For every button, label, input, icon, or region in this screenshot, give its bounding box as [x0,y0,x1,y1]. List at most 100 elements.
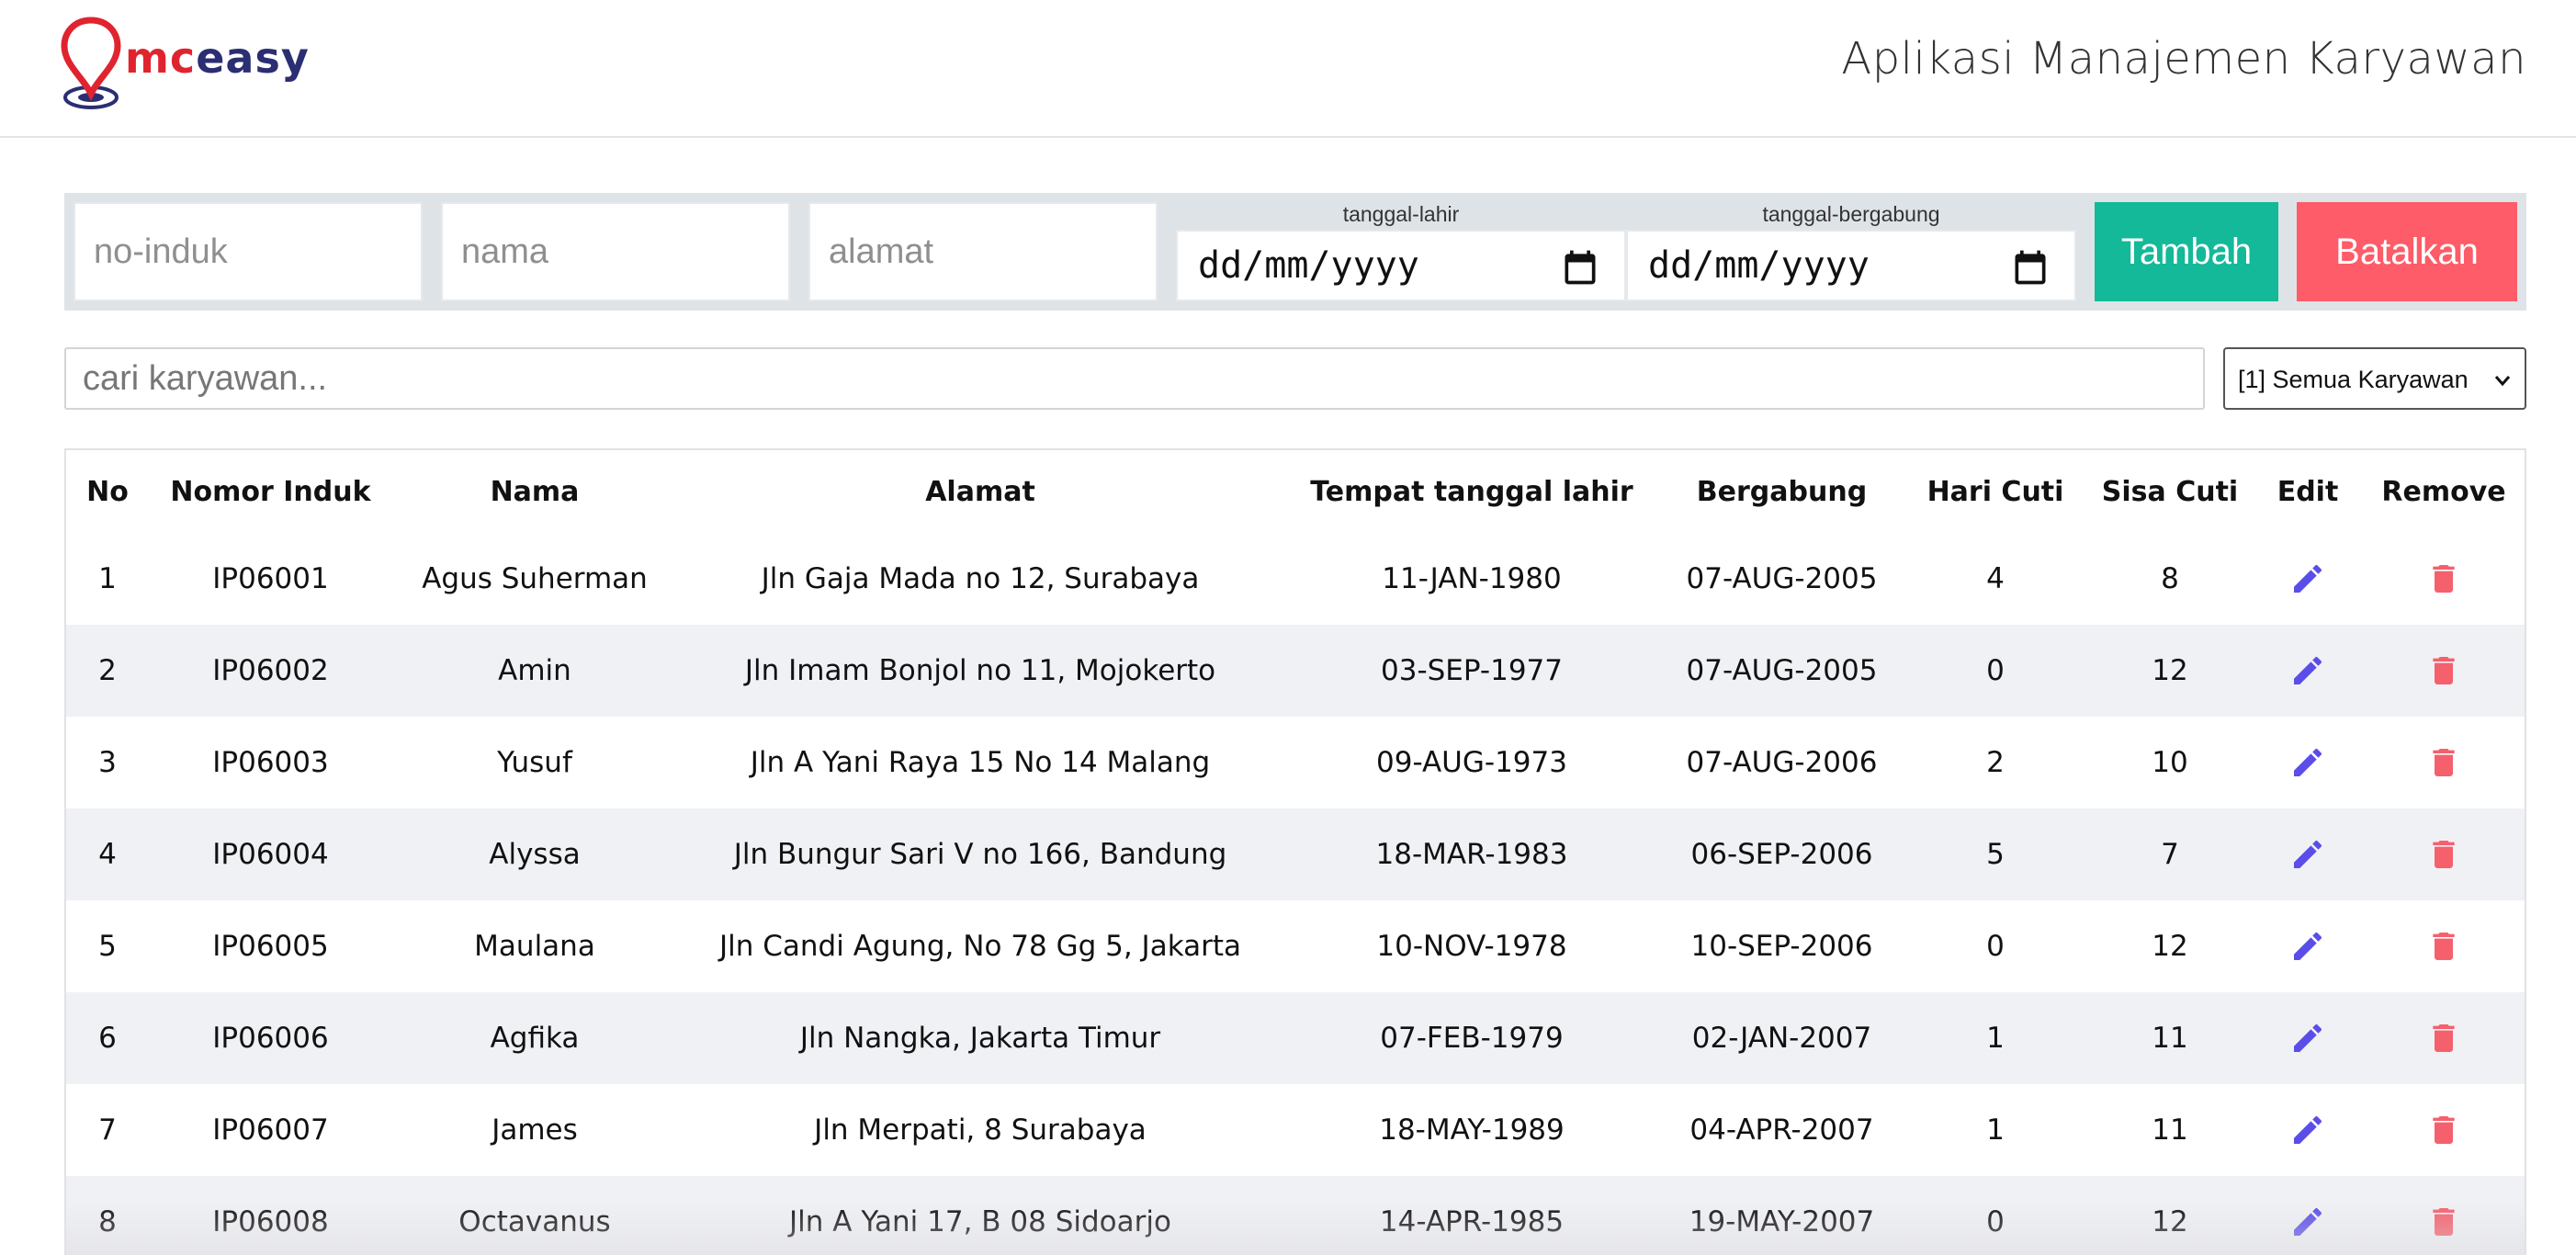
tambah-button[interactable]: Tambah [2095,202,2278,301]
cell-sisa-cuti: 12 [2087,625,2253,717]
cell-tanggal-lahir: 11-JAN-1980 [1382,562,1562,595]
trash-icon[interactable] [2425,652,2462,689]
cell-tanggal-lahir: 07-FEB-1979 [1283,992,1660,1084]
cell-tanggal-lahir: 14-APR-1985 [1283,1176,1660,1255]
cell-hari-cuti: 0 [1904,625,2087,717]
cell-nomor-induk: IP06008 [149,1176,392,1255]
table-row: 4 IP06004 Alyssa Jln Bungur Sari V no 16… [66,808,2525,900]
table-row: 1 IP06001 Agus Suherman Jln Gaja Mada no… [66,533,2525,625]
table-header-row: No Nomor Induk Nama Alamat Tempat tangga… [66,450,2525,533]
cell-no: 2 [66,625,149,717]
cell-sisa-cuti: 7 [2087,808,2253,900]
trash-icon[interactable] [2425,1020,2462,1057]
nama-input[interactable] [441,202,790,301]
add-employee-form: tanggal-lahir dd/mm/yyyy tanggal-bergabu… [64,193,2526,311]
cell-nama: Maulana [474,930,595,963]
employee-table-container: No Nomor Induk Nama Alamat Tempat tangga… [64,448,2526,1255]
pencil-icon[interactable] [2289,560,2326,597]
pencil-icon[interactable] [2289,1112,2326,1148]
trash-icon[interactable] [2425,836,2462,873]
cell-nama: Octavanus [392,1176,677,1255]
trash-icon[interactable] [2425,1204,2462,1240]
cell-remove [2363,1176,2525,1255]
tanggal-bergabung-value: dd/mm/yyyy [1648,244,1870,287]
batalkan-button[interactable]: Batalkan [2297,202,2517,301]
trash-icon[interactable] [2425,1112,2462,1148]
cell-edit [2253,900,2363,992]
column-header: Nomor Induk [149,450,392,533]
cell-hari-cuti: 4 [1986,562,2005,595]
cell-edit [2253,992,2363,1084]
column-header: Alamat [677,450,1283,533]
pencil-icon[interactable] [2289,1020,2326,1057]
cell-nama: James [491,1114,578,1147]
cell-edit [2253,625,2363,717]
cell-no: 8 [66,1176,149,1255]
cell-alamat: Jln Bungur Sari V no 166, Bandung [677,808,1283,900]
cell-sisa-cuti: 12 [2152,930,2188,963]
cell-sisa-cuti: 12 [2087,1176,2253,1255]
column-header: Bergabung [1660,450,1904,533]
tanggal-lahir-input[interactable]: dd/mm/yyyy [1176,230,1626,301]
search-input[interactable] [64,347,2205,410]
trash-icon[interactable] [2425,744,2462,781]
chevron-down-icon [2494,376,2511,387]
cell-bergabung: 19-MAY-2007 [1660,1176,1904,1255]
trash-icon[interactable] [2425,560,2462,597]
cell-nomor-induk: IP06004 [149,808,392,900]
pencil-icon[interactable] [2289,1204,2326,1240]
column-header: Tempat tanggal lahir [1283,450,1660,533]
cell-no: 3 [98,746,117,779]
cell-hari-cuti: 0 [1986,930,2005,963]
cell-sisa-cuti: 11 [2087,992,2253,1084]
cell-edit [2253,717,2363,808]
cell-bergabung: 02-JAN-2007 [1660,992,1904,1084]
cell-remove [2363,1084,2525,1176]
pencil-icon[interactable] [2289,652,2326,689]
trash-icon[interactable] [2425,928,2462,965]
table-row: 8 IP06008 Octavanus Jln A Yani 17, B 08 … [66,1176,2525,1255]
cell-edit [2253,1084,2363,1176]
cell-nama: Yusuf [497,746,572,779]
employee-table: No Nomor Induk Nama Alamat Tempat tangga… [66,450,2525,1255]
pencil-icon[interactable] [2289,928,2326,965]
pencil-icon[interactable] [2289,836,2326,873]
column-header: Nama [392,450,677,533]
cell-bergabung: 07-AUG-2005 [1686,562,1878,595]
cell-nomor-induk: IP06006 [149,992,392,1084]
cell-alamat: Jln Nangka, Jakarta Timur [677,992,1283,1084]
cell-remove [2363,992,2525,1084]
table-row: 6 IP06006 Agfika Jln Nangka, Jakarta Tim… [66,992,2525,1084]
cell-no: 6 [66,992,149,1084]
cell-bergabung: 10-SEP-2006 [1690,930,1873,963]
cell-remove [2363,808,2525,900]
cell-nomor-induk: IP06005 [212,930,329,963]
table-row: 5 IP06005 Maulana Jln Candi Agung, No 78… [66,900,2525,992]
cell-no: 5 [98,930,117,963]
cell-alamat: Jln Merpati, 8 Surabaya [814,1114,1147,1147]
tanggal-bergabung-input[interactable]: dd/mm/yyyy [1626,230,2076,301]
employee-filter-select[interactable]: [1] Semua Karyawan [2223,347,2526,410]
cell-no: 1 [98,562,117,595]
cell-nomor-induk: IP06007 [212,1114,329,1147]
alamat-input[interactable] [808,202,1158,301]
calendar-icon[interactable] [2010,246,2051,288]
filter-selected-value: [1] Semua Karyawan [2238,366,2469,393]
cell-tanggal-lahir: 09-AUG-1973 [1376,746,1567,779]
pencil-icon[interactable] [2289,744,2326,781]
cell-nama: Agfika [392,992,677,1084]
cell-tanggal-lahir: 18-MAY-1989 [1379,1114,1565,1147]
cell-nomor-induk: IP06003 [212,746,329,779]
tanggal-lahir-group: tanggal-lahir dd/mm/yyyy [1176,202,1626,301]
cell-alamat: Jln A Yani Raya 15 No 14 Malang [750,746,1211,779]
no-induk-input[interactable] [73,202,423,301]
cell-edit [2253,808,2363,900]
cell-nama: Amin [392,625,677,717]
cell-nama: Agus Suherman [422,562,648,595]
cell-tanggal-lahir: 18-MAR-1983 [1283,808,1660,900]
cell-sisa-cuti: 8 [2161,562,2179,595]
mceasy-logo[interactable]: mceasy [61,17,309,112]
table-row: 2 IP06002 Amin Jln Imam Bonjol no 11, Mo… [66,625,2525,717]
calendar-icon[interactable] [1560,246,1600,288]
map-pin-icon [61,17,121,109]
